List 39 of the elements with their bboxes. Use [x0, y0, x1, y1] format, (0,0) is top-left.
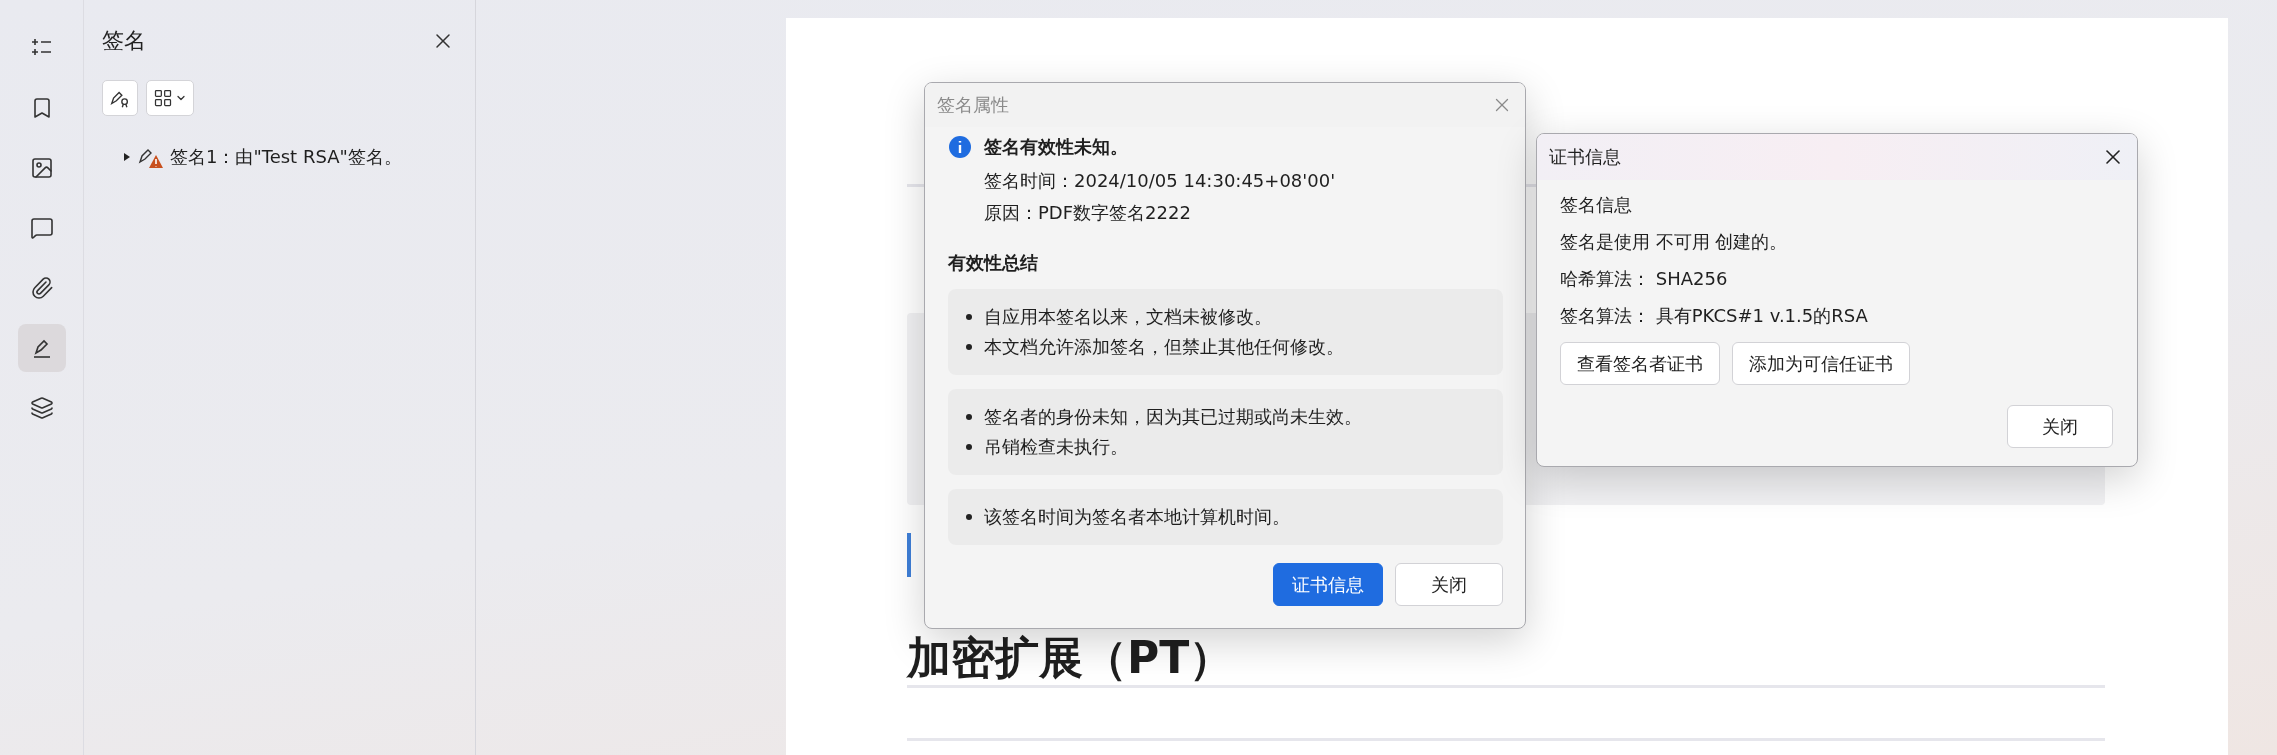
dialog-title: 证书信息: [1549, 145, 1621, 169]
certificate-info-line: 签名信息: [1560, 193, 1633, 217]
summary-item: 该签名时间为签名者本地计算机时间。: [984, 505, 1290, 529]
signature-detail: 原因：PDF数字签名2222: [984, 201, 1192, 225]
summary-item: 自应用本签名以来，文档未被修改。: [984, 305, 1272, 329]
section-heading: 加密扩展（PT）: [907, 633, 1234, 683]
dialog-button[interactable]: 关闭: [1395, 563, 1503, 606]
bullet-icon: [966, 344, 972, 350]
certificate-info-line: 签名算法： 具有PKCS#1 v.1.5的RSA: [1560, 304, 1869, 328]
certificate-info-line: 哈希算法： SHA256: [1560, 267, 1729, 291]
dialog-button[interactable]: 查看签名者证书: [1560, 342, 1720, 385]
signature-detail: 签名时间：2024/10/05 14:30:45+08'00': [984, 169, 1337, 193]
signature-tool-button[interactable]: [102, 80, 138, 116]
certificate-info-line: 签名是使用 不可用 创建的。: [1560, 230, 1789, 254]
panel-title: 签名: [102, 27, 146, 55]
image-icon: [29, 156, 54, 180]
comment-icon: [29, 216, 54, 240]
bullet-icon: [966, 314, 972, 320]
layers-icon: [29, 396, 54, 420]
summary-item: 吊销检查未执行。: [984, 435, 1128, 459]
paperclip-icon: [29, 276, 54, 300]
quote-bar: [907, 533, 911, 577]
sidebar-tab[interactable]: [17, 324, 66, 372]
bullet-icon: [966, 514, 972, 520]
bullet-icon: [966, 444, 972, 450]
dialog-title: 签名属性: [937, 93, 1009, 117]
view-menu-button[interactable]: [146, 80, 194, 116]
signature-tree-item[interactable]: 签名1：由"Test RSA"签名。: [170, 145, 402, 169]
info-icon: [948, 135, 972, 159]
summary-item: 签名者的身份未知，因为其已过期或尚未生效。: [984, 405, 1362, 429]
summary-title: 有效性总结: [948, 251, 1039, 275]
bullet-icon: [966, 414, 972, 420]
validity-status: 签名有效性未知。: [984, 135, 1128, 159]
dialog-button[interactable]: 添加为可信任证书: [1732, 342, 1910, 385]
grid-icon: [153, 88, 173, 108]
summary-item: 本文档允许添加签名，但禁止其他任何修改。: [984, 335, 1344, 359]
close-button[interactable]: 关闭: [2007, 405, 2113, 448]
primary-button[interactable]: 证书信息: [1273, 563, 1383, 606]
collapsed-triangle-icon[interactable]: [122, 152, 132, 162]
